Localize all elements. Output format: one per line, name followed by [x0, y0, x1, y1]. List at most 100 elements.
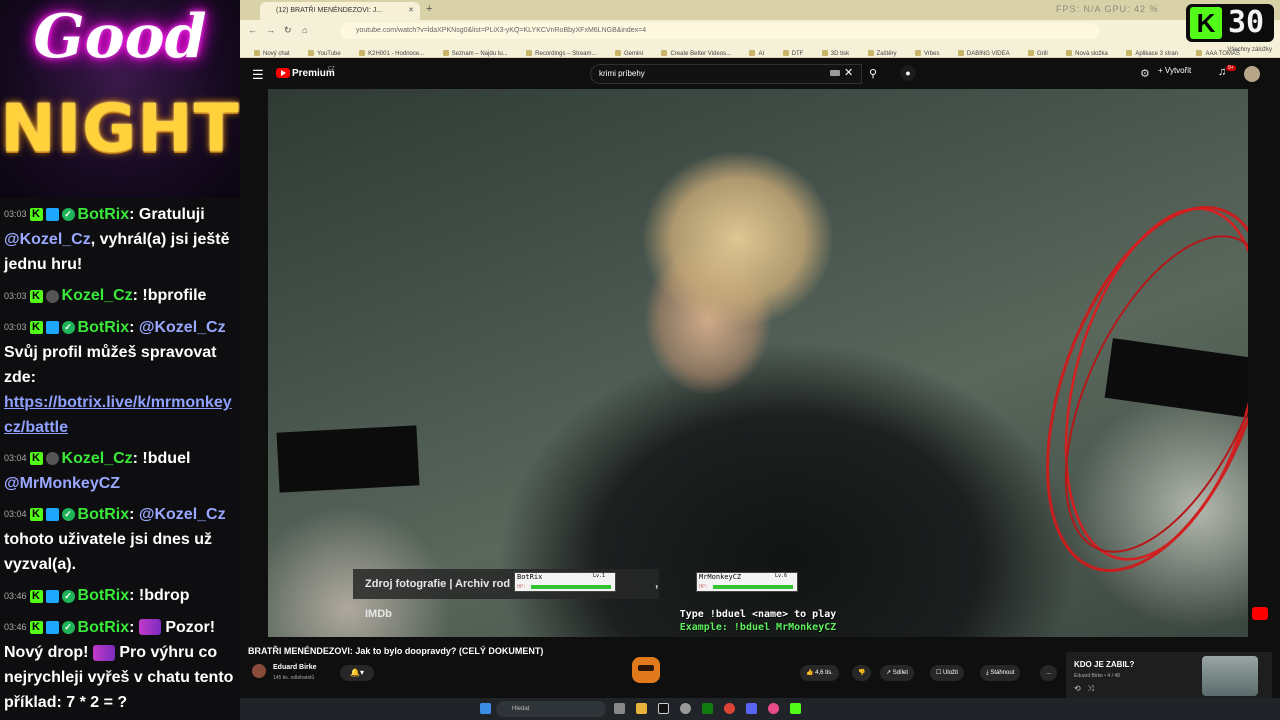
browser-toolbar: ← → ↻ ⌂ youtube.com/watch?v=ldaXPKNsg0&l… [240, 20, 1280, 42]
browser-window: (12) BRATŘI MENÉNDEZOVI: J... ✕ + FPS: N… [240, 0, 1280, 720]
task-view-icon[interactable] [614, 703, 625, 714]
chat-username[interactable]: BotRix [78, 587, 130, 604]
chrome-icon[interactable] [724, 703, 735, 714]
notifications-bell-icon[interactable]: ♫ [1218, 66, 1226, 78]
chat-timestamp: 03:03 [4, 290, 27, 301]
logo-night: NIGHT [0, 90, 240, 167]
dislike-icon[interactable]: 👎 [852, 665, 872, 681]
caption-text: Zdroj fotografie | Archiv rod [365, 578, 511, 590]
create-button[interactable]: + Vytvořit [1158, 66, 1191, 75]
taskbar-search-input[interactable]: Hledat [496, 701, 606, 717]
chat-text: : !bdrop [129, 587, 190, 605]
chat-message: 03:46 K ✓ BotRix: !bdrop [4, 583, 236, 608]
chat-mention[interactable]: @Kozel_Cz [139, 506, 226, 523]
pumpkin-mascot-icon [632, 657, 660, 683]
duel-player-level: Lv.1 [592, 573, 605, 579]
play-app-icon[interactable] [790, 703, 801, 714]
duel-player-name: MrMonkeyCZ [699, 573, 742, 581]
windows-start-icon[interactable] [480, 703, 491, 714]
settings-gear-icon[interactable]: ⚙ [1140, 67, 1150, 80]
tab-strip: (12) BRATŘI MENÉNDEZOVI: J... ✕ + FPS: N… [240, 0, 1280, 20]
chat-username[interactable]: BotRix [78, 319, 130, 336]
chat-timestamp: 03:46 [4, 590, 27, 601]
chat-text: : [129, 618, 139, 636]
chat-message: 03:03 K ✓ BotRix: @Kozel_Cz Svůj profil můž… [4, 315, 236, 440]
kick-badge-icon: K [29, 452, 43, 466]
kick-badge-icon: K [29, 208, 43, 222]
back-icon[interactable]: ← [248, 25, 257, 35]
tiktok-icon[interactable] [658, 703, 669, 714]
xbox-icon[interactable] [702, 703, 713, 714]
chat-timestamp: 03:46 [4, 621, 27, 632]
hp-bar [531, 585, 611, 589]
chat-username[interactable]: Kozel_Cz [62, 450, 133, 467]
chat-username[interactable]: BotRix [78, 206, 130, 223]
discord-icon[interactable] [746, 703, 757, 714]
like-button[interactable]: 👍 4,6 tis. [800, 665, 839, 681]
kick-badge-number: 30 [1228, 5, 1265, 40]
region-code: CZ [328, 66, 335, 72]
clear-search-icon[interactable]: ✕ [844, 66, 853, 79]
playlist-title: KDO JE ZABIL? [1074, 660, 1135, 669]
bot-badge-icon [45, 620, 59, 634]
close-tab-icon[interactable]: ✕ [408, 2, 414, 20]
search-icon[interactable]: ⚲ [862, 64, 884, 84]
keyboard-icon[interactable] [830, 70, 840, 76]
tab-youtube[interactable]: (12) BRATŘI MENÉNDEZOVI: J... ✕ [260, 2, 420, 20]
microphone-icon[interactable]: ● [900, 65, 916, 81]
hp-label: HP: [517, 584, 527, 590]
subscription-bell-icon[interactable]: 🔔▾ [340, 665, 374, 681]
share-button[interactable]: ↗ Sdílet [880, 665, 915, 681]
shuffle-icon[interactable]: ⤨ [1087, 684, 1093, 693]
download-label: Stáhnout [990, 670, 1015, 676]
video-player[interactable]: Zdroj fotografie | Archiv rod, IMDb BotR… [268, 89, 1248, 637]
chat-mention[interactable]: @Kozel_Cz [139, 319, 226, 336]
channel-name[interactable]: Eduard Birke [273, 664, 317, 671]
playlist-card[interactable]: KDO JE ZABIL? Eduard Birke • 4 / 48 ⟲ ⤨ [1066, 652, 1272, 700]
duel-player-name: BotRix [517, 573, 543, 581]
all-bookmarks-folder[interactable]: Všechny záložky [1227, 42, 1272, 58]
chat-link[interactable]: https://botrix.live/k/mrmonkeycz/battle [4, 394, 232, 436]
bot-badge-icon [45, 508, 59, 522]
save-label: Uložit [943, 670, 959, 676]
home-icon[interactable]: ⌂ [302, 25, 307, 35]
stream-overlay: Good NIGHT 03:03 K ✓ BotRix: Gratuluji @Koz… [0, 0, 240, 720]
loop-icon[interactable]: ⟲ [1074, 684, 1081, 693]
chat-mention[interactable]: @Kozel_Cz [4, 231, 91, 248]
search-input[interactable]: krimi príbehy [590, 64, 862, 84]
video-title: BRATŘI MENÉNDEZOVI: Jak to bylo doopravd… [248, 646, 544, 656]
chat-panel: 03:03 K ✓ BotRix: Gratuluji @Kozel_Cz, vyhr… [0, 198, 240, 720]
address-bar[interactable]: youtube.com/watch?v=ldaXPKNsg0&list=PLiX… [340, 23, 1100, 39]
hp-bar-fill [713, 585, 793, 589]
youtube-watermark-icon[interactable] [1252, 607, 1268, 620]
chat-text: : [129, 506, 139, 524]
channel-subscribers: 145 tis. odběratelů [273, 675, 315, 681]
equalizer-emote-icon [92, 644, 115, 661]
chat-username[interactable]: BotRix [78, 619, 130, 636]
settings-app-icon[interactable] [680, 703, 691, 714]
new-tab-icon[interactable]: + [426, 3, 432, 15]
verified-badge-icon: ✓ [61, 589, 75, 603]
duel-example: Example: !bduel MrMonkeyCZ [679, 622, 837, 633]
chat-username[interactable]: Kozel_Cz [62, 287, 133, 304]
account-avatar[interactable] [1244, 66, 1260, 82]
file-explorer-icon[interactable] [636, 703, 647, 714]
chrome-profile-icon[interactable] [768, 703, 779, 714]
kick-badge-icon: K [29, 320, 43, 334]
channel-avatar[interactable] [252, 664, 266, 678]
hamburger-menu-icon[interactable]: ☰ [252, 67, 264, 83]
save-button[interactable]: ☐ Uložit [930, 665, 965, 681]
download-button[interactable]: ⤓ Stáhnout [980, 665, 1021, 681]
youtube-logo-icon[interactable] [276, 68, 290, 78]
user-badge-icon [45, 289, 59, 303]
bot-badge-icon [45, 589, 59, 603]
reload-icon[interactable]: ↻ [284, 25, 292, 36]
chat-mention[interactable]: @MrMonkeyCZ [4, 475, 120, 492]
kick-badge-icon: K [29, 589, 43, 603]
chat-username[interactable]: BotRix [78, 506, 130, 523]
more-actions-button[interactable]: ... [1040, 665, 1058, 681]
forward-icon[interactable]: → [266, 25, 275, 35]
playlist-thumbnail[interactable] [1202, 656, 1258, 696]
chat-text: : [129, 318, 139, 336]
chat-text: : Gratuluji [129, 206, 205, 223]
